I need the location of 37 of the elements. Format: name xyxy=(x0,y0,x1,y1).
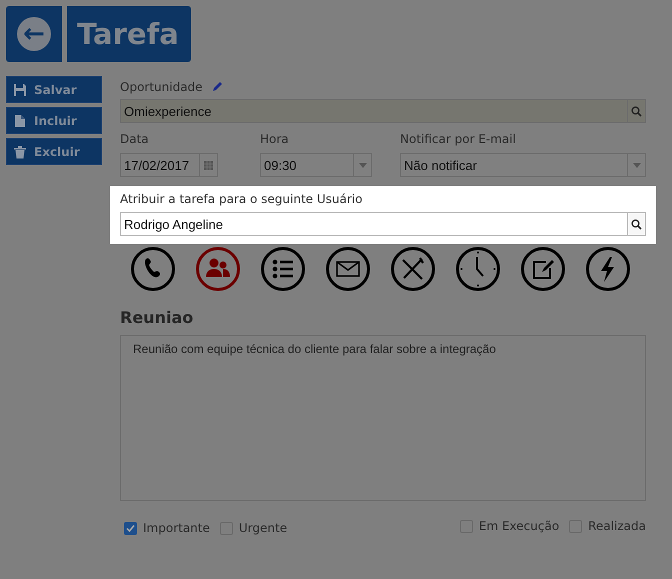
cutlery-icon[interactable] xyxy=(390,246,436,292)
opportunity-field[interactable]: Omiexperience xyxy=(120,99,646,123)
lightning-icon[interactable] xyxy=(585,246,631,292)
envelope-icon[interactable] xyxy=(325,246,371,292)
checkbox-label: Realizada xyxy=(588,519,646,533)
search-icon[interactable] xyxy=(631,218,642,230)
checkbox-label: Importante xyxy=(143,521,210,535)
field-label: Hora xyxy=(260,132,290,146)
list-icon[interactable] xyxy=(260,246,306,292)
section-title: Reuniao xyxy=(120,308,194,327)
field-label: Oportunidade xyxy=(120,80,203,94)
description-field[interactable]: Reunião com equipe técnica do cliente para falar sobre a integração xyxy=(120,335,646,501)
delete-button[interactable]: Excluir xyxy=(6,138,102,165)
time-dropdown[interactable]: 09:30 xyxy=(260,153,372,177)
field-label: Notificar por E-mail xyxy=(400,132,517,146)
phone-icon[interactable] xyxy=(130,246,176,292)
back-button[interactable]: ← xyxy=(6,6,62,62)
new-button[interactable]: Incluir xyxy=(6,107,102,134)
user-field[interactable]: Rodrigo Angeline xyxy=(120,212,646,236)
checkbox[interactable] xyxy=(124,522,137,534)
notify-dropdown[interactable]: Não notificar xyxy=(400,153,646,177)
trash-icon xyxy=(13,144,27,158)
back-icon: ← xyxy=(17,17,51,51)
document-icon xyxy=(13,114,27,128)
checkbox-label: Em Execução xyxy=(478,519,560,533)
people-icon[interactable] xyxy=(195,246,241,292)
field-label: Atribuir a tarefa para o seguinte Usuário xyxy=(120,192,364,206)
save-button[interactable]: Salvar xyxy=(6,76,102,103)
field-label: Data xyxy=(120,132,150,146)
checkbox-label: Urgente xyxy=(238,521,288,535)
page-title: Tarefa xyxy=(67,6,191,62)
clock-icon[interactable] xyxy=(455,246,501,292)
edit-icon[interactable] xyxy=(520,246,566,292)
date-field[interactable]: 17/02/2017 xyxy=(120,153,218,177)
pencil-icon[interactable] xyxy=(210,81,223,93)
caret-icon xyxy=(358,162,366,168)
caret-icon xyxy=(632,162,640,168)
